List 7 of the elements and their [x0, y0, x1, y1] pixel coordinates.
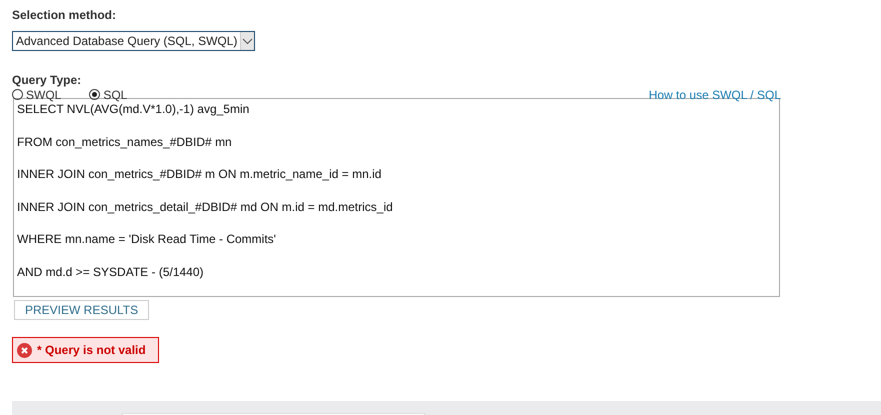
caret-icon [242, 38, 254, 44]
selection-method-dropdown[interactable]: Advanced Database Query (SQL, SWQL) [12, 31, 255, 51]
preview-results-button[interactable]: PREVIEW RESULTS [14, 300, 150, 320]
selection-method-label: Selection method: [12, 8, 116, 22]
error-message: * Query is not valid [12, 337, 159, 363]
error-icon [17, 342, 32, 358]
query-type-label: Query Type: [12, 73, 82, 87]
